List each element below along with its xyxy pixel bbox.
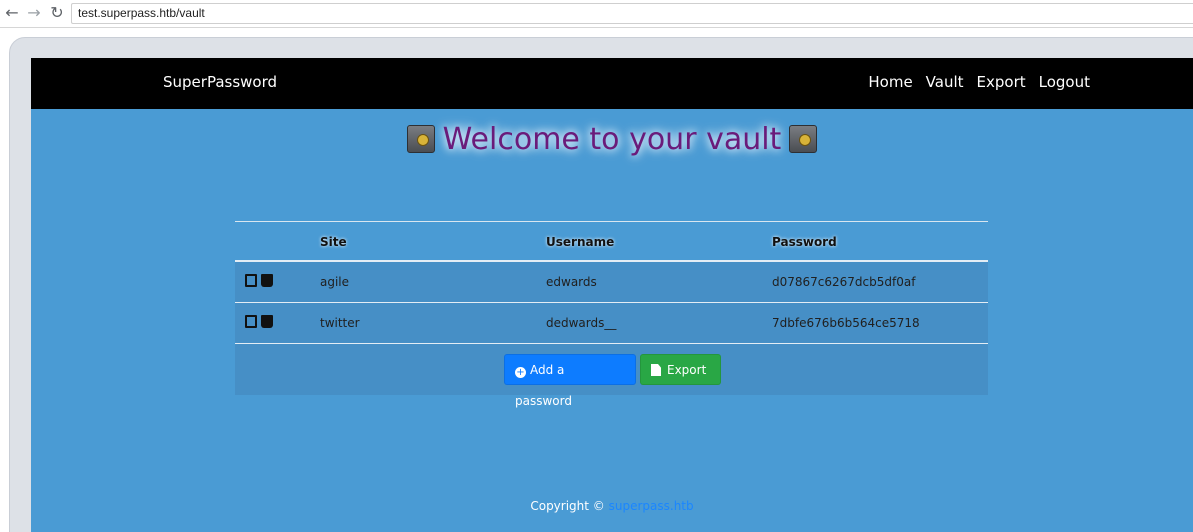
copyright-text: Copyright © xyxy=(530,499,605,513)
vault-table: Site Username Password agile edwards d07… xyxy=(235,221,988,408)
plus-circle-icon: + xyxy=(515,367,526,378)
column-header-site: Site xyxy=(320,235,347,249)
export-label: Export xyxy=(667,363,707,377)
reload-icon[interactable]: ↻ xyxy=(48,4,66,22)
address-bar[interactable]: test.superpass.htb/vault xyxy=(71,3,1193,24)
row-actions xyxy=(245,315,273,328)
cell-username: edwards xyxy=(546,275,597,289)
cell-site: twitter xyxy=(320,316,360,330)
back-arrow-icon[interactable]: ← xyxy=(3,4,21,22)
table-header: Site Username Password xyxy=(235,221,988,262)
row-actions xyxy=(245,274,273,287)
page-title-text: Welcome to your vault xyxy=(442,122,782,157)
address-bar-url: test.superpass.htb/vault xyxy=(78,6,205,20)
cell-password: 7dbfe676b6b564ce5718 xyxy=(772,316,920,330)
footer-copyright: Copyright © superpass.htb xyxy=(31,499,1193,513)
cell-password: d07867c6267dcb5df0af xyxy=(772,275,916,289)
table-row: agile edwards d07867c6267dcb5df0af xyxy=(235,262,988,303)
export-button[interactable]: Export xyxy=(640,354,721,385)
column-header-password: Password xyxy=(772,235,837,249)
brand-link[interactable]: SuperPassword xyxy=(163,73,277,91)
trash-icon[interactable] xyxy=(261,274,273,287)
column-header-username: Username xyxy=(546,235,615,249)
cell-site: agile xyxy=(320,275,350,289)
add-password-button[interactable]: + Add a password xyxy=(504,354,636,408)
page-viewport: SuperPassword Home Vault Export Logout W… xyxy=(31,58,1193,532)
trash-icon[interactable] xyxy=(261,315,273,328)
edit-icon[interactable] xyxy=(245,315,257,328)
footer-link[interactable]: superpass.htb xyxy=(609,499,694,513)
forward-arrow-icon[interactable]: → xyxy=(25,4,43,22)
edit-icon[interactable] xyxy=(245,274,257,287)
file-export-icon xyxy=(651,364,661,376)
nav-links: Home Vault Export Logout xyxy=(868,73,1090,91)
safe-icon xyxy=(406,125,435,153)
page-title: Welcome to your vault xyxy=(31,122,1193,157)
browser-toolbar: ← → ↻ test.superpass.htb/vault xyxy=(0,0,1193,28)
top-navbar: SuperPassword Home Vault Export Logout xyxy=(31,58,1193,109)
nav-home[interactable]: Home xyxy=(868,73,912,91)
cell-username: dedwards__ xyxy=(546,316,617,330)
nav-vault[interactable]: Vault xyxy=(926,73,964,91)
nav-logout[interactable]: Logout xyxy=(1039,73,1090,91)
table-row: twitter dedwards__ 7dbfe676b6b564ce5718 xyxy=(235,303,988,344)
table-actions-row: + Add a password Export xyxy=(235,344,988,408)
safe-icon xyxy=(789,125,818,153)
nav-export[interactable]: Export xyxy=(977,73,1026,91)
